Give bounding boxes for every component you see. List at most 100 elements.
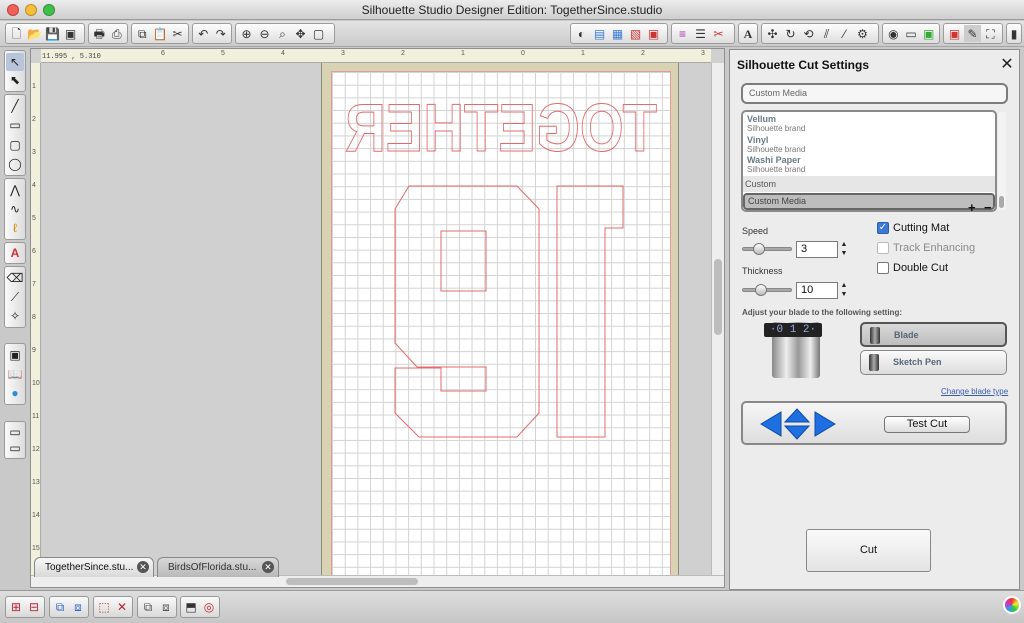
sketch-brush-icon[interactable]: ✧ [6, 307, 24, 325]
fullscreen-icon[interactable]: ⛶ [982, 25, 999, 42]
arrow-up-icon[interactable] [783, 408, 811, 423]
numeral-one-shape[interactable] [556, 185, 624, 438]
speed-input[interactable]: 3 [796, 241, 838, 258]
check-icon[interactable]: ✓ [877, 222, 889, 234]
paste-icon[interactable]: 📋 [152, 25, 169, 42]
knife-tool-icon[interactable]: ⟋ [6, 288, 24, 306]
close-panel-icon[interactable]: ✕ [998, 54, 1016, 74]
speed-stepper-down-icon[interactable]: ▼ [840, 250, 848, 257]
list-item[interactable]: Washi Paper Silhouette brand [747, 156, 805, 175]
thickness-stepper-up-icon[interactable]: ▲ [840, 282, 848, 289]
page-view-icon[interactable]: ▣ [6, 346, 24, 364]
vertical-scroll-thumb[interactable] [714, 259, 722, 335]
text-tool-icon[interactable]: A [6, 245, 24, 261]
offset-icon[interactable]: ⁄ [836, 25, 853, 42]
line-tool-icon[interactable]: ╱ [6, 97, 24, 115]
save-icon[interactable]: 💾 [44, 25, 61, 42]
design-page-icon[interactable]: ▣ [946, 25, 963, 42]
thickness-input[interactable]: 10 [796, 282, 838, 299]
blade-option[interactable]: Blade [860, 322, 1007, 347]
test-cut-button[interactable]: Test Cut [884, 416, 970, 433]
line-color-icon[interactable]: ▧ [627, 25, 644, 42]
arrow-left-icon[interactable] [760, 411, 782, 437]
page-setup-icon[interactable]: ▭ [903, 25, 920, 42]
trace-icon[interactable]: ◉ [885, 25, 902, 42]
arrow-down-icon[interactable] [783, 425, 811, 440]
arrow-right-icon[interactable] [814, 411, 836, 437]
cut-button[interactable]: Cut [806, 529, 931, 572]
duplicate-right-icon[interactable]: ⧈ [158, 599, 174, 616]
zoom-in-icon[interactable]: ⊕ [238, 25, 255, 42]
media-type-select[interactable]: Custom Media [741, 83, 1008, 104]
cut-scissors-icon[interactable]: ✂ [169, 25, 186, 42]
undo-icon[interactable]: ↶ [195, 25, 212, 42]
weld-icon[interactable]: ⬒ [183, 599, 199, 616]
line-weight-icon[interactable]: ☰ [692, 25, 709, 42]
vertical-scrollbar[interactable] [711, 63, 724, 577]
point-edit-icon[interactable]: ⬉ [6, 72, 24, 90]
numeral-nine-shape[interactable] [394, 185, 540, 438]
select-arrow-icon[interactable]: ↖ [6, 53, 24, 71]
sketch-mode-icon[interactable]: ✎ [964, 25, 981, 42]
checkbox-box[interactable] [877, 262, 889, 274]
text-style-icon[interactable]: A [741, 25, 755, 42]
send-to-cutter-icon[interactable]: ⎙ [109, 25, 126, 42]
registration-marks-icon[interactable]: ▣ [920, 25, 937, 42]
design-artwork[interactable]: TOGETHER [331, 71, 671, 577]
silhouette-logo-icon[interactable] [1003, 596, 1021, 614]
thickness-stepper-down-icon[interactable]: ▼ [840, 291, 848, 298]
open-file-icon[interactable]: 📂 [26, 25, 43, 42]
zoom-out-icon[interactable]: ⊖ [256, 25, 273, 42]
new-document-icon[interactable]: 🗋 [8, 25, 25, 42]
change-blade-type-link[interactable]: Change blade type [941, 387, 1008, 396]
close-tab-icon[interactable]: ✕ [137, 561, 149, 573]
list-item[interactable]: Vinyl Silhouette brand [747, 136, 805, 155]
ungroup-icon[interactable]: ⊟ [26, 599, 42, 616]
deselect-icon[interactable]: ✕ [114, 599, 130, 616]
cutting-mat-checkbox[interactable]: ✓ Cutting Mat [877, 222, 949, 234]
design-canvas[interactable]: 6543210123456789 123456789101112131415 1… [30, 48, 725, 588]
tab-birdsofflorida[interactable]: BirdsOfFlorida.stu... ✕ [157, 557, 279, 577]
align-icon[interactable]: ⫽ [818, 25, 835, 42]
rectangle-tool-icon[interactable]: ▭ [6, 116, 24, 134]
numeral-nine-counter[interactable] [440, 230, 487, 292]
fit-to-page-icon[interactable]: ▢ [310, 25, 327, 42]
list-item[interactable]: Vellum Silhouette brand [747, 115, 805, 134]
online-store-icon[interactable]: ● [6, 384, 24, 402]
media-list-scrollbar[interactable] [998, 112, 1006, 210]
transform-icon[interactable]: ✣ [764, 25, 781, 42]
modify-icon[interactable]: ⚙ [854, 25, 871, 42]
speed-stepper-up-icon[interactable]: ▲ [840, 241, 848, 248]
close-tab-icon[interactable]: ✕ [262, 561, 274, 573]
cut-style-icon[interactable]: ≡ [674, 25, 691, 42]
replicate-icon[interactable]: ⟲ [800, 25, 817, 42]
zoom-selection-icon[interactable]: ⌕ [274, 25, 291, 42]
eraser-tool-icon[interactable]: ⌫ [6, 269, 24, 287]
thickness-slider[interactable] [742, 284, 792, 296]
target-registration-icon[interactable]: ◎ [201, 599, 217, 616]
library-save-icon[interactable]: ▣ [62, 25, 79, 42]
group-icon[interactable]: ⊞ [8, 599, 24, 616]
split-view-top-icon[interactable]: ▭ [6, 424, 24, 440]
track-enhancing-checkbox[interactable]: Track Enhancing [877, 242, 975, 254]
sketch-pen-option[interactable]: Sketch Pen [860, 350, 1007, 375]
fill-color-icon[interactable]: ◐ [573, 25, 590, 42]
polygon-tool-icon[interactable]: ⋀ [6, 181, 24, 199]
checkbox-box[interactable] [877, 242, 889, 254]
cut-settings-icon[interactable]: ▮ [1009, 25, 1019, 42]
cut-mode-scissors-icon[interactable]: ✂ [710, 25, 727, 42]
media-list[interactable]: Vellum Silhouette brand Vinyl Silhouette… [741, 110, 997, 212]
release-compound-icon[interactable]: ⧈ [70, 599, 86, 616]
copy-icon[interactable]: ⧉ [134, 25, 151, 42]
compound-path-icon[interactable]: ⧉ [52, 599, 68, 616]
duplicate-icon[interactable]: ⧉ [140, 599, 156, 616]
minimize-window-icon[interactable] [25, 4, 37, 16]
tab-togethersince[interactable]: TogetherSince.stu... ✕ [34, 557, 154, 577]
speed-slider[interactable] [742, 243, 792, 255]
fill-pattern-icon[interactable]: ▦ [609, 25, 626, 42]
print-icon[interactable]: 🖶 [91, 25, 108, 42]
split-view-bottom-icon[interactable]: ▭ [6, 441, 24, 457]
line-style-icon[interactable]: ▣ [645, 25, 662, 42]
selected-media-item[interactable]: Custom Media [743, 193, 995, 210]
fill-gradient-icon[interactable]: ▤ [591, 25, 608, 42]
